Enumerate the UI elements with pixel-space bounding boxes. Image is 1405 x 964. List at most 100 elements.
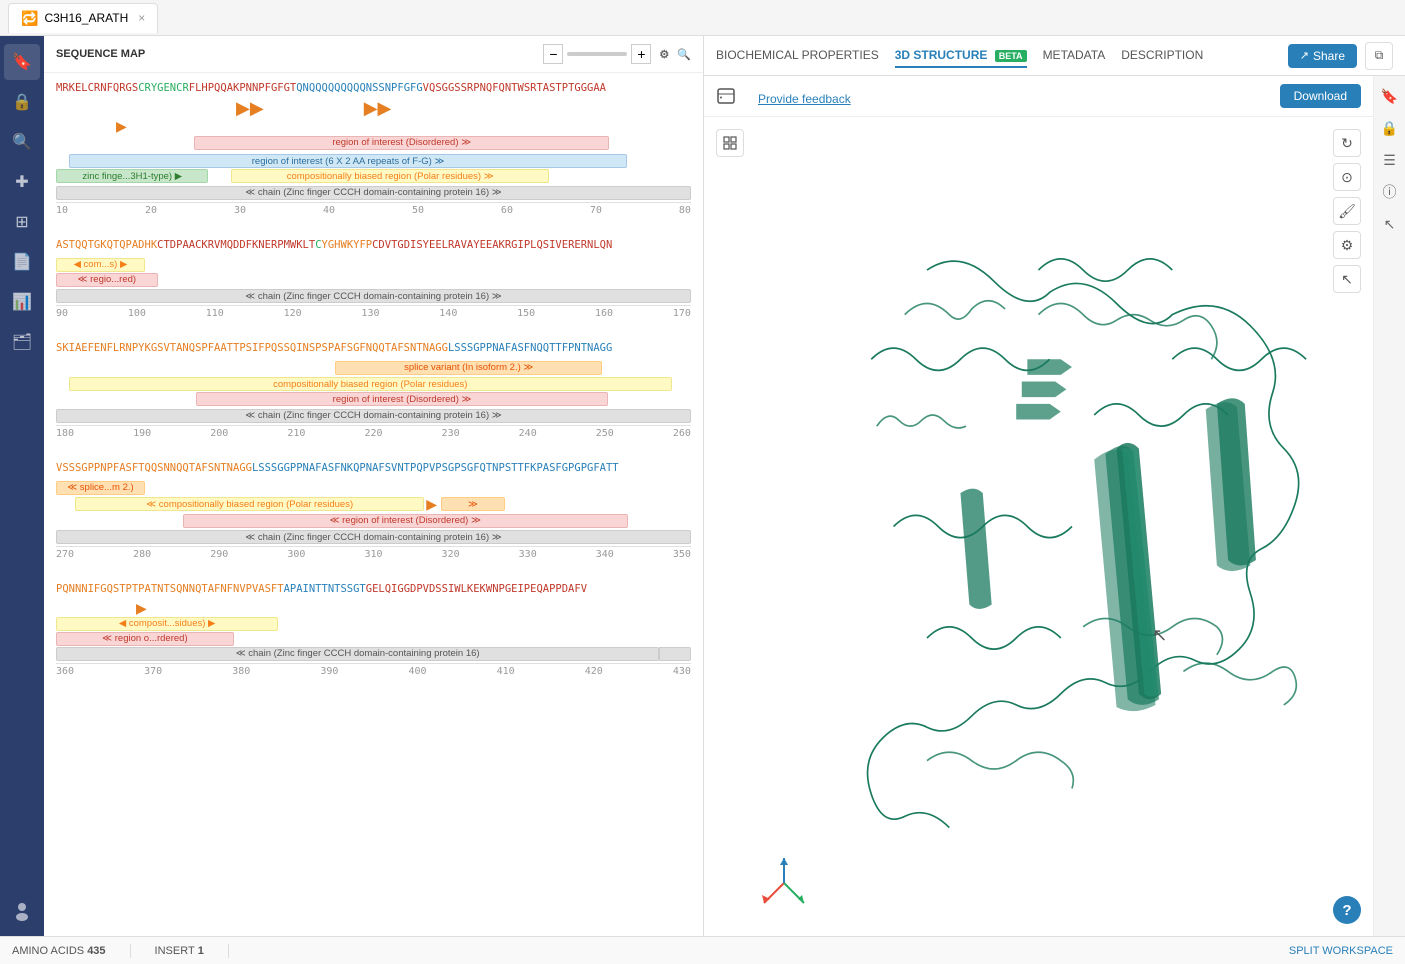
ruler-5: 360370380 390400410 420430: [56, 663, 691, 679]
feature-repeats-1: region of interest (6 X 2 AA repeats of …: [56, 153, 691, 169]
sequence-panel: SEQUENCE MAP − + ⚙ 🔍 MRKELCRNFQRGSCRYGEN…: [44, 36, 704, 936]
tab-bar: 🔁 C3H16_ARATH ×: [0, 0, 1405, 36]
zoom-controls: − +: [543, 44, 651, 64]
status-bar: AMINO ACIDS 435 INSERT 1 SPLIT WORKSPACE: [0, 936, 1405, 964]
tab-close-btn[interactable]: ×: [138, 11, 145, 25]
feature-chain-2: ≪ chain (Zinc finger CCCH domain-contain…: [56, 288, 691, 304]
feature-biased-5: ◀ composit...sidues) ▶: [56, 617, 691, 631]
seq-text-1: MRKELCRNFQRGSCRYGENCRFLHPQQAKPNNPFGFGTQN…: [56, 81, 691, 97]
feature-splice-4: ≪ splice...m 2.): [56, 481, 691, 495]
feat-chain-bar-2: ≪ chain (Zinc finger CCCH domain-contain…: [56, 289, 691, 303]
feat-chain-bar-5: ≪ chain (Zinc finger CCCH domain-contain…: [56, 647, 659, 661]
zoom-out-btn[interactable]: −: [543, 44, 563, 64]
seq-text-4: VSSSGPPNPFASFTQQSNNQQTAFSNTNAGGLSSSGGPPN…: [56, 461, 691, 477]
sidebar-icon-grid[interactable]: ⊞: [4, 204, 40, 240]
storage-icon-row: [716, 86, 736, 106]
feature-zinc-1: zinc finge...3H1-type) ▶ compositionally…: [56, 169, 691, 183]
tab-actions: ↗ Share ⧉: [1288, 42, 1393, 70]
sidebar-icon-search[interactable]: 🔍: [4, 124, 40, 160]
feature-regio-2: ≪ regio...red): [56, 273, 691, 287]
feat-chain-bar-1: ≪ chain (Zinc finger CCCH domain-contain…: [56, 186, 691, 200]
feat-disordered-bar: region of interest (Disordered) ≫: [194, 136, 610, 150]
reset-view-ctrl[interactable]: [716, 129, 744, 157]
feature-chain-5: ≪ chain (Zinc finger CCCH domain-contain…: [56, 647, 691, 661]
feature-disordered-1: region of interest (Disordered) ≫: [56, 136, 691, 152]
settings-icon[interactable]: ⚙: [659, 48, 669, 61]
feat-biased3-bar: compositionally biased region (Polar res…: [69, 377, 672, 391]
download-button[interactable]: Download: [1280, 84, 1361, 108]
left-sidebar: 🔖 🔒 🔍 ✚ ⊞ 📄 📊 🗂: [0, 36, 44, 936]
viewer-right-controls: ↻ ⊙ 🖌 ⚙ ↖: [1333, 129, 1361, 293]
viewer-area: Provide feedback Download: [704, 76, 1405, 936]
feat-regio-bar: ≪ regio...red): [56, 273, 158, 287]
edge-bookmark-icon[interactable]: 🔖: [1378, 84, 1402, 108]
tab-description[interactable]: DESCRIPTION: [1121, 44, 1203, 68]
zoom-slider[interactable]: [567, 52, 627, 56]
right-panel: BIOCHEMICAL PROPERTIES 3D STRUCTURE BETA…: [704, 36, 1405, 936]
edge-list-icon[interactable]: ☰: [1378, 148, 1402, 172]
feat-orange4-bar: ≫: [441, 497, 505, 511]
feature-chain-1: ≪ chain (Zinc finger CCCH domain-contain…: [56, 184, 691, 200]
feat-chain-bar-4: ≪ chain (Zinc finger CCCH domain-contain…: [56, 530, 691, 544]
sidebar-icon-add[interactable]: ✚: [4, 164, 40, 200]
edge-lock-icon[interactable]: 🔒: [1378, 116, 1402, 140]
sidebar-icon-chart[interactable]: 📊: [4, 284, 40, 320]
sidebar-icon-lock[interactable]: 🔒: [4, 84, 40, 120]
arrow-row-5: ▶: [56, 602, 691, 616]
main-tab[interactable]: 🔁 C3H16_ARATH ×: [8, 3, 158, 33]
feat-splice4-bar: ≪ splice...m 2.): [56, 481, 145, 495]
split-workspace-btn[interactable]: SPLIT WORKSPACE: [1289, 945, 1393, 957]
sequence-content[interactable]: MRKELCRNFQRGSCRYGENCRFLHPQQAKPNNPFGFGTQN…: [44, 73, 703, 936]
tab-metadata[interactable]: METADATA: [1043, 44, 1106, 68]
feature-biased-4: ≪ compositionally biased region (Polar r…: [56, 496, 691, 513]
tab-biochemical[interactable]: BIOCHEMICAL PROPERTIES: [716, 44, 879, 68]
tab-icon: 🔁: [21, 10, 38, 27]
feature-disordered-3: region of interest (Disordered) ≫: [56, 392, 691, 406]
feature-ordered-5: ≪ region o...rdered): [56, 632, 691, 646]
structure-canvas[interactable]: ↻ ⊙ 🖌 ⚙ ↖: [704, 117, 1373, 936]
target-ctrl[interactable]: ⊙: [1333, 163, 1361, 191]
refresh-ctrl[interactable]: ↻: [1333, 129, 1361, 157]
help-button[interactable]: ?: [1333, 896, 1361, 924]
ruler-1: 102030 405060 7080: [56, 202, 691, 218]
sequence-panel-header: SEQUENCE MAP − + ⚙ 🔍: [44, 36, 703, 73]
tab-3d-structure[interactable]: 3D STRUCTURE BETA: [895, 44, 1027, 68]
beta-badge: BETA: [995, 50, 1027, 62]
feat-disorder3-bar: region of interest (Disordered) ≫: [196, 392, 609, 406]
seq-text-2: ASTQQTGKQTQPADHKCTDPAACKRVMQDDFKNERPMWKL…: [56, 238, 691, 254]
sidebar-icon-doc[interactable]: 📄: [4, 244, 40, 280]
seq-text-3: SKIAEFENFLRNPYKGSVTANQSPFAATTPSIFPQSSQIN…: [56, 341, 691, 357]
settings-ctrl[interactable]: ⚙: [1333, 231, 1361, 259]
feat-com-bar: ◀ com...s) ▶: [56, 258, 145, 272]
download-area: Download: [1280, 84, 1361, 108]
status-separator-2: [228, 944, 229, 958]
arrow-row-1: ▶▶ ▶▶: [56, 101, 691, 117]
sequence-section-5: PQNNNIFGQSTPTPATNTSQNNQTAFNFNVPVASFTAPAI…: [56, 582, 691, 679]
cursor-ctrl[interactable]: ↖: [1333, 265, 1361, 293]
feedback-link[interactable]: Provide feedback: [746, 86, 863, 106]
feature-chain-3: ≪ chain (Zinc finger CCCH domain-contain…: [56, 407, 691, 423]
sidebar-icon-files[interactable]: 🗂: [4, 324, 40, 360]
sidebar-icon-user[interactable]: [4, 892, 40, 928]
copy-icon-btn[interactable]: ⧉: [1365, 42, 1393, 70]
edge-info-icon[interactable]: ⓘ: [1378, 180, 1402, 204]
paint-ctrl[interactable]: 🖌: [1333, 197, 1361, 225]
feature-com-2: ◀ com...s) ▶: [56, 258, 691, 272]
sequence-section-3: SKIAEFENFLRNPYKGSVTANQSPFAATTPSIFPQSSQIN…: [56, 341, 691, 441]
search-icon[interactable]: 🔍: [677, 48, 691, 61]
feature-disordered-4: ≪ region of interest (Disordered) ≫: [56, 514, 691, 528]
feat-ordered5-bar: ≪ region o...rdered): [56, 632, 234, 646]
feat-repeats-bar: region of interest (6 X 2 AA repeats of …: [69, 154, 628, 168]
feature-chain-4: ≪ chain (Zinc finger CCCH domain-contain…: [56, 529, 691, 545]
edge-cursor-icon[interactable]: ↖: [1378, 212, 1402, 236]
right-tabs: BIOCHEMICAL PROPERTIES 3D STRUCTURE BETA…: [704, 36, 1405, 76]
share-button[interactable]: ↗ Share: [1288, 44, 1357, 68]
ruler-3: 180190200 210220230 240250260: [56, 425, 691, 441]
cursor-indicator: ↖: [1152, 625, 1167, 646]
tab-label: C3H16_ARATH: [44, 11, 128, 25]
feature-biased-3: compositionally biased region (Polar res…: [56, 376, 691, 392]
viewer-main: Provide feedback Download: [704, 76, 1373, 936]
sidebar-icon-bookmark[interactable]: 🔖: [4, 44, 40, 80]
zoom-in-btn[interactable]: +: [631, 44, 651, 64]
main-layout: 🔖 🔒 🔍 ✚ ⊞ 📄 📊 🗂 SEQUENCE MAP − + ⚙ 🔍: [0, 36, 1405, 936]
